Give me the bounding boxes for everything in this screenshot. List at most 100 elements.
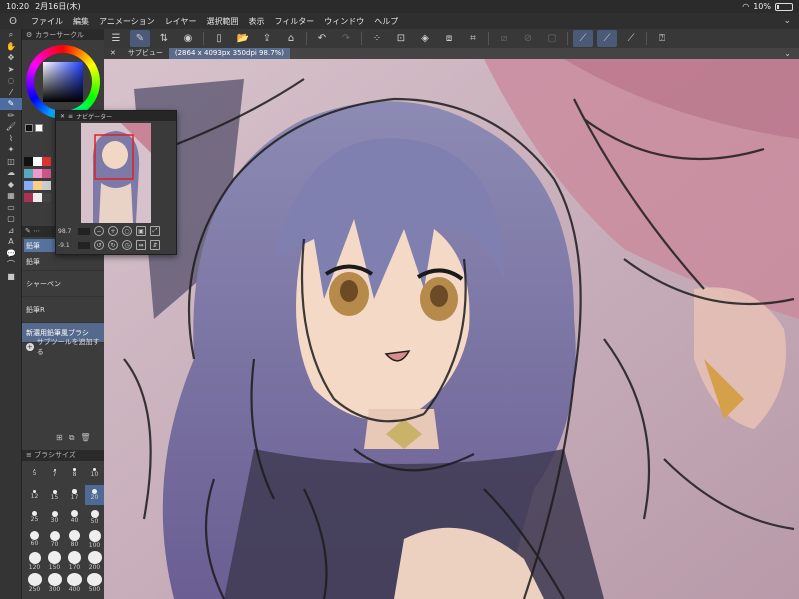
brush-size-cell[interactable]: 170: [65, 551, 84, 571]
stroke-icon[interactable]: ⟋: [573, 30, 593, 47]
text-tool-icon[interactable]: A: [0, 236, 22, 248]
help-icon[interactable]: ⍰: [652, 30, 672, 47]
camera-icon[interactable]: ◉: [178, 30, 198, 47]
reset-rotation-icon[interactable]: ◷: [122, 240, 132, 250]
copy-subtool-icon[interactable]: ⧉: [69, 433, 75, 443]
fit-window-icon[interactable]: ⤢: [150, 226, 160, 236]
new-file-icon[interactable]: ▯: [209, 30, 229, 47]
brush-size-cell[interactable]: 200: [85, 551, 104, 571]
menu-layer[interactable]: レイヤー: [160, 16, 202, 27]
eraser-tool-icon[interactable]: ◫: [0, 156, 22, 168]
menu-filter[interactable]: フィルター: [269, 16, 319, 27]
palette-cell[interactable]: [24, 157, 33, 166]
menu-view[interactable]: 表示: [243, 16, 269, 27]
brush-size-cell[interactable]: 25: [25, 507, 44, 527]
brush-size-cell[interactable]: 15: [45, 485, 64, 505]
add-subtool-button[interactable]: + サブツールを追加する: [26, 337, 104, 357]
menu-edit[interactable]: 編集: [68, 16, 94, 27]
saturation-value-square[interactable]: [43, 62, 83, 102]
palette-cell[interactable]: [24, 193, 33, 202]
brush-size-cell[interactable]: 150: [45, 551, 64, 571]
tab-pencil[interactable]: 鉛筆: [24, 239, 58, 252]
subtool-item[interactable]: シャーペン: [22, 271, 104, 297]
brush-size-cell[interactable]: 10: [85, 463, 104, 483]
pencil-tool-icon[interactable]: ✏: [0, 110, 22, 122]
brush-size-cell[interactable]: 5: [25, 463, 44, 483]
eyedropper-tool-icon[interactable]: ⁄: [0, 87, 22, 99]
palette-cell[interactable]: [42, 193, 51, 202]
save-icon[interactable]: ⇪: [257, 30, 277, 47]
brush-size-cell[interactable]: 300: [45, 573, 64, 593]
pen-tool-icon[interactable]: ✎: [0, 98, 22, 110]
flip-vertical-icon[interactable]: ⇵: [150, 240, 160, 250]
correct-line-tool-icon[interactable]: ⌒: [0, 259, 22, 271]
rotate-right-icon[interactable]: ↻: [108, 240, 118, 250]
brush-size-cell[interactable]: 80: [65, 529, 84, 549]
frame-tool-icon[interactable]: ▢: [0, 213, 22, 225]
figure-tool-icon[interactable]: ▭: [0, 202, 22, 214]
artwork-canvas[interactable]: [104, 59, 799, 599]
export-icon[interactable]: ⌂: [281, 30, 301, 47]
main-color-swatch[interactable]: [25, 124, 33, 132]
brush-size-cell[interactable]: 8: [65, 463, 84, 483]
panel-menu-icon[interactable]: ≡: [26, 451, 34, 459]
palette-cell[interactable]: [24, 181, 33, 190]
zoom-out-icon[interactable]: −: [94, 226, 104, 236]
palette-cell[interactable]: [42, 169, 51, 178]
rotation-value[interactable]: -9.1: [58, 242, 74, 249]
brush-size-cell[interactable]: 100: [85, 529, 104, 549]
decoration-tool-icon[interactable]: ✦: [0, 144, 22, 156]
canvas-area[interactable]: ✕ サブビュー (2864 x 4093px 350dpi 98.7%) ⌄: [104, 48, 799, 599]
ruler-tool-icon[interactable]: ⊿: [0, 225, 22, 237]
crop-icon[interactable]: ⌗: [463, 30, 483, 47]
brush-size-cell[interactable]: 60: [25, 529, 44, 549]
blend-tool-icon[interactable]: ☁: [0, 167, 22, 179]
rotate-left-icon[interactable]: ↺: [94, 240, 104, 250]
brush-size-cell[interactable]: 70: [45, 529, 64, 549]
gradient-tool-icon[interactable]: ▦: [0, 190, 22, 202]
new-subtool-icon[interactable]: ⊞: [56, 433, 63, 443]
zoom-in-icon[interactable]: +: [108, 226, 118, 236]
palette-cell[interactable]: [42, 181, 51, 190]
rotation-slider[interactable]: [78, 241, 90, 249]
balloon-tool-icon[interactable]: 💬: [0, 248, 22, 260]
snap-icon[interactable]: ⊘: [518, 30, 538, 47]
snap-off-icon[interactable]: ▢: [542, 30, 562, 47]
color-swatch-icon[interactable]: ■: [0, 271, 22, 283]
brush-size-cell[interactable]: 17: [65, 485, 84, 505]
menu-icon[interactable]: ☰: [106, 30, 126, 47]
palette-cell[interactable]: [33, 169, 42, 178]
lasso-icon[interactable]: ⁘: [367, 30, 387, 47]
move-tool-icon[interactable]: ✥: [0, 52, 22, 64]
subtool-item[interactable]: 鉛筆R: [22, 297, 104, 323]
palette-cell[interactable]: [33, 181, 42, 190]
brush-size-cell[interactable]: 50: [85, 507, 104, 527]
brush-size-cell[interactable]: 7: [45, 463, 64, 483]
sync-icon[interactable]: ⇅: [154, 30, 174, 47]
brush-size-cell[interactable]: 30: [45, 507, 64, 527]
trash-icon[interactable]: 🗑: [80, 433, 90, 443]
close-icon[interactable]: ✕: [60, 113, 65, 120]
tab-main-canvas[interactable]: (2864 x 4093px 350dpi 98.7%): [168, 48, 291, 59]
open-folder-icon[interactable]: 📂: [233, 30, 253, 47]
fit-screen-icon[interactable]: ○: [122, 226, 132, 236]
redo-icon[interactable]: ↷: [336, 30, 356, 47]
ruler-icon[interactable]: ⧄: [494, 30, 514, 47]
app-logo-icon[interactable]: ʘ: [0, 16, 26, 27]
brush-size-cell[interactable]: 400: [65, 573, 84, 593]
palette-cell[interactable]: [24, 169, 33, 178]
tab-subview[interactable]: サブビュー: [121, 48, 169, 59]
airbrush-tool-icon[interactable]: ⌇: [0, 133, 22, 145]
brush-size-cell[interactable]: 250: [25, 573, 44, 593]
brush-size-cell[interactable]: 500: [85, 573, 104, 593]
hand-tool-icon[interactable]: ✋: [0, 41, 22, 53]
zoom-slider[interactable]: [78, 227, 90, 235]
menu-file[interactable]: ファイル: [26, 16, 68, 27]
palette-cell[interactable]: [42, 157, 51, 166]
brush-size-cell[interactable]: 120: [25, 551, 44, 571]
close-icon[interactable]: ✕: [104, 48, 122, 59]
navigator-preview[interactable]: [81, 123, 151, 223]
menu-animation[interactable]: アニメーション: [94, 16, 160, 27]
flip-horizontal-icon[interactable]: ⇹: [136, 240, 146, 250]
menu-help[interactable]: ヘルプ: [369, 16, 403, 27]
